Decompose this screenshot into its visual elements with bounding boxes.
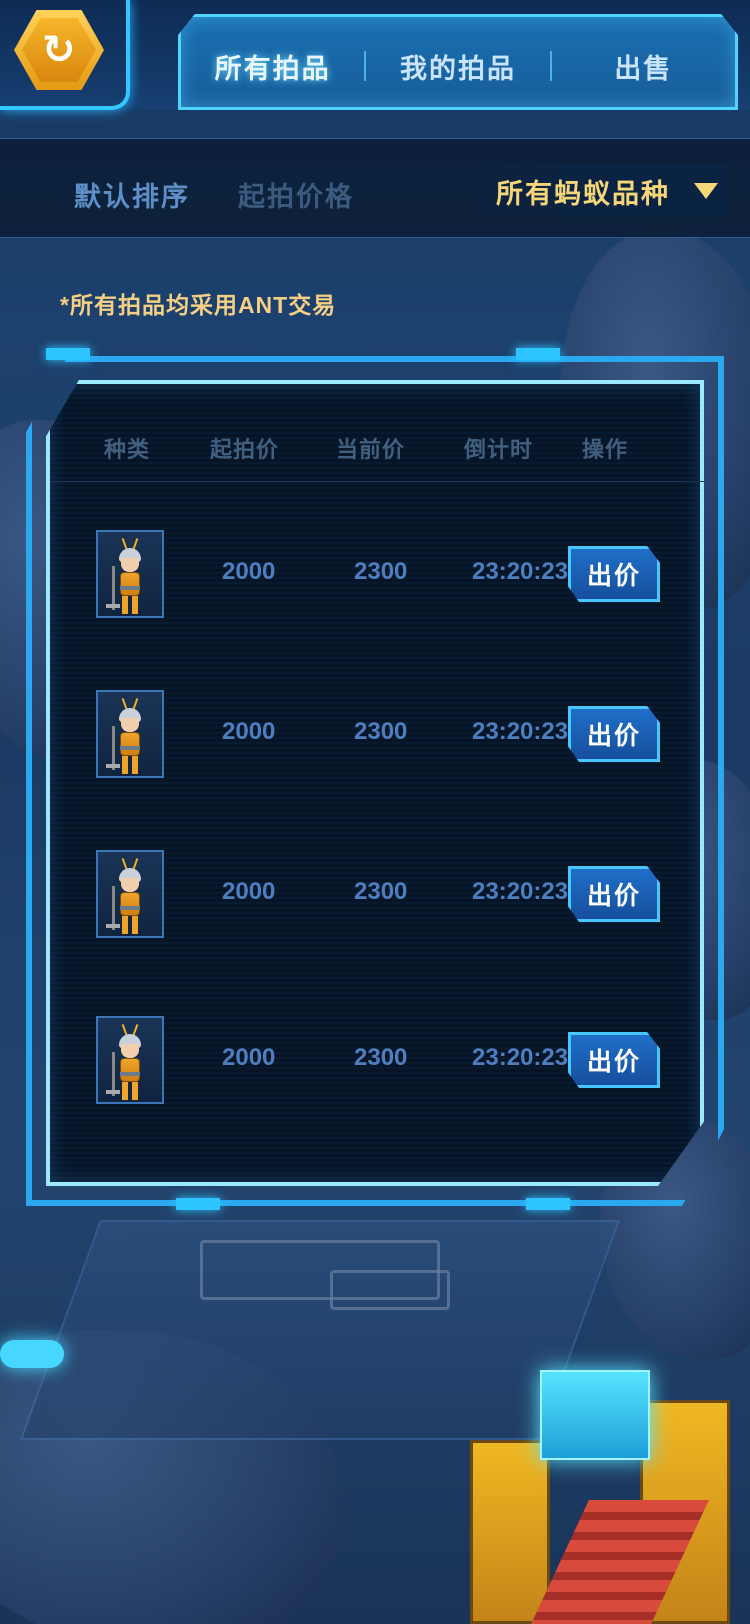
tab-all-items[interactable]: 所有拍品 bbox=[181, 39, 364, 86]
table-row: 2000 2300 23:20:23 出价 bbox=[50, 850, 704, 950]
tab-divider bbox=[549, 51, 552, 81]
panel-corner-accent bbox=[526, 1198, 570, 1210]
auction-table: 种类 起拍价 当前价 倒计时 操作 2000 2300 23:20:23 出价 bbox=[46, 380, 704, 1186]
filter-label: 所有蚂蚁品种 bbox=[496, 178, 670, 209]
ant-miner-avatar bbox=[96, 1016, 164, 1104]
start-price: 2000 bbox=[222, 1044, 276, 1071]
panel-corner-accent bbox=[46, 348, 90, 360]
bid-button[interactable]: 出价 bbox=[568, 866, 660, 922]
current-price: 2300 bbox=[354, 1044, 408, 1071]
ant-miner-avatar bbox=[96, 530, 164, 618]
countdown: 23:20:23 bbox=[472, 718, 569, 745]
header-countdown: 倒计时 bbox=[464, 437, 534, 462]
header-current-price: 当前价 bbox=[336, 437, 406, 462]
header-start-price: 起拍价 bbox=[210, 437, 280, 462]
bid-button[interactable]: 出价 bbox=[568, 706, 660, 762]
countdown: 23:20:23 bbox=[472, 1044, 569, 1071]
back-arrow-icon: ↺ bbox=[42, 27, 76, 73]
header-action: 操作 bbox=[582, 437, 629, 462]
current-price: 2300 bbox=[354, 558, 408, 585]
panel-corner-accent bbox=[516, 348, 560, 360]
caret-down-icon bbox=[694, 183, 718, 199]
sort-default-button[interactable]: 默认排序 bbox=[74, 175, 190, 214]
panel-corner-accent bbox=[176, 1198, 220, 1210]
start-price: 2000 bbox=[222, 878, 276, 905]
current-price: 2300 bbox=[354, 878, 408, 905]
table-header: 种类 起拍价 当前价 倒计时 操作 bbox=[50, 422, 704, 482]
header-type: 种类 bbox=[104, 437, 151, 462]
ant-miner-avatar bbox=[96, 690, 164, 778]
tab-divider bbox=[364, 51, 367, 81]
bid-button[interactable]: 出价 bbox=[568, 1032, 660, 1088]
sort-bar: 默认排序 起拍价格 所有蚂蚁品种 bbox=[0, 138, 750, 238]
table-row: 2000 2300 23:20:23 出价 bbox=[50, 1016, 704, 1116]
start-price: 2000 bbox=[222, 718, 276, 745]
current-price: 2300 bbox=[354, 718, 408, 745]
trade-notice: *所有拍品均采用ANT交易 bbox=[60, 292, 337, 318]
start-price: 2000 bbox=[222, 558, 276, 585]
table-row: 2000 2300 23:20:23 出价 bbox=[50, 530, 704, 630]
tab-bar: 所有拍品 我的拍品 出售 bbox=[178, 14, 738, 110]
sort-start-price-button[interactable]: 起拍价格 bbox=[238, 175, 354, 214]
bid-button[interactable]: 出价 bbox=[568, 546, 660, 602]
ant-breed-filter-dropdown[interactable]: 所有蚂蚁品种 bbox=[466, 165, 728, 217]
top-bar: ↺ 所有拍品 我的拍品 出售 bbox=[0, 0, 750, 138]
tab-sell[interactable]: 出售 bbox=[552, 39, 735, 86]
auction-panel: 种类 起拍价 当前价 倒计时 操作 2000 2300 23:20:23 出价 bbox=[26, 348, 724, 1210]
table-row: 2000 2300 23:20:23 出价 bbox=[50, 690, 704, 790]
countdown: 23:20:23 bbox=[472, 878, 569, 905]
tab-my-items[interactable]: 我的拍品 bbox=[366, 39, 549, 86]
ant-miner-avatar bbox=[96, 850, 164, 938]
countdown: 23:20:23 bbox=[472, 558, 569, 585]
